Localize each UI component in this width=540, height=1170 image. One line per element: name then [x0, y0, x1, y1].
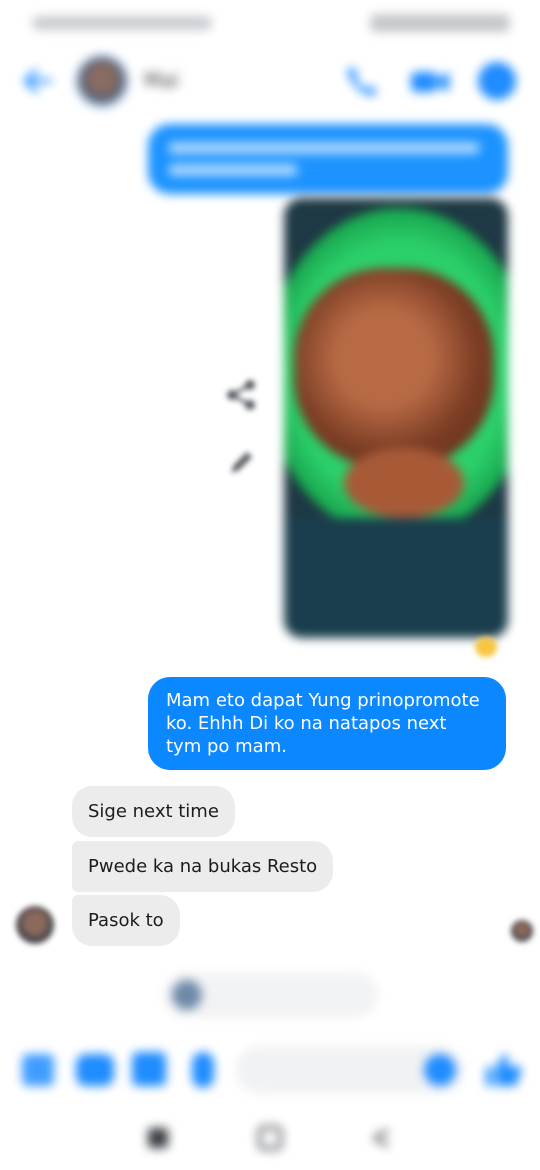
home-button[interactable]	[258, 1126, 282, 1150]
system-nav-bar	[0, 1110, 540, 1170]
chat-header: Mai	[0, 50, 540, 112]
pencil-icon[interactable]	[226, 448, 256, 478]
message-text: Mam eto dapat Yung prinopromote ko. Ehhh…	[166, 690, 480, 757]
emoji-reaction-icon[interactable]	[474, 636, 498, 658]
menu-grid-icon[interactable]	[22, 1054, 54, 1086]
message-text: Pwede ka na bukas Resto	[88, 856, 318, 877]
thumbs-up-icon[interactable]	[484, 1052, 522, 1088]
status-bar	[0, 0, 540, 50]
shared-photo[interactable]	[284, 198, 508, 638]
info-icon[interactable]	[478, 62, 516, 100]
message-text: Sige next time	[88, 801, 219, 822]
emoji-icon[interactable]	[424, 1054, 456, 1086]
share-icon[interactable]	[224, 378, 258, 412]
message-text: Pasok to	[88, 910, 164, 931]
contact-name[interactable]: Mai	[144, 68, 179, 92]
message-bubble-incoming[interactable]: Pasok to	[72, 895, 180, 946]
microphone-icon[interactable]	[192, 1052, 214, 1088]
recents-button[interactable]	[148, 1128, 168, 1148]
gallery-icon[interactable]	[132, 1052, 166, 1086]
story-avatar	[172, 980, 202, 1010]
back-button[interactable]	[372, 1128, 390, 1148]
sender-avatar[interactable]	[16, 906, 54, 944]
message-bubble-outgoing[interactable]	[148, 124, 508, 194]
camera-icon[interactable]	[76, 1054, 114, 1086]
message-bubble-incoming[interactable]: Sige next time	[72, 786, 235, 837]
view-story-chip[interactable]	[164, 972, 378, 1018]
message-bubble-outgoing[interactable]: Mam eto dapat Yung prinopromote ko. Ehhh…	[148, 677, 506, 770]
message-composer	[0, 1040, 540, 1104]
status-bar-time	[32, 16, 212, 30]
phone-icon[interactable]	[344, 64, 380, 98]
status-bar-indicators	[370, 14, 510, 32]
message-bubble-incoming[interactable]: Pwede ka na bukas Resto	[72, 841, 334, 892]
video-camera-icon[interactable]	[410, 68, 450, 96]
back-arrow-icon[interactable]	[22, 68, 52, 94]
contact-avatar[interactable]	[78, 57, 126, 105]
seen-indicator-avatar	[511, 920, 533, 942]
